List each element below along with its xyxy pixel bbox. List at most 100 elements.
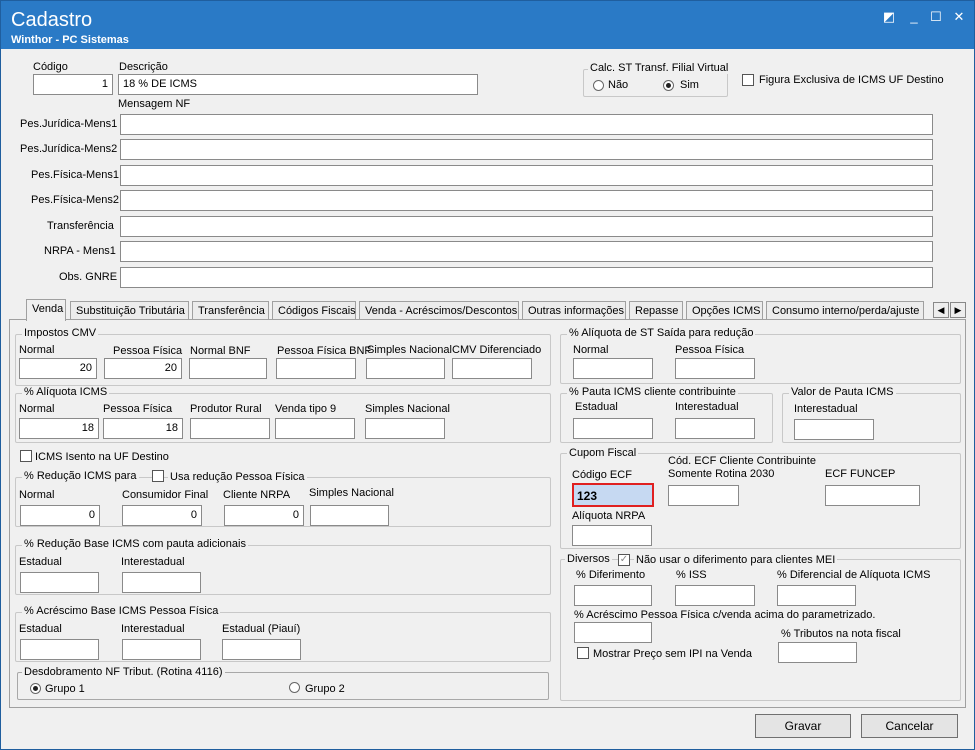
cmv-normal-input[interactable]: 20 [19, 358, 97, 379]
cmv-normal-bnf-input[interactable] [189, 358, 267, 379]
rb-estadual-input[interactable] [20, 572, 99, 593]
diferencial-label: % Diferencial de Alíquota ICMS [777, 569, 931, 581]
pauta-interestadual-label: Interestadual [675, 401, 739, 413]
rb-estadual-label: Estadual [19, 556, 62, 568]
tributos-label: % Tributos na nota fiscal [781, 628, 901, 640]
red-consumidor-input[interactable]: 0 [122, 505, 202, 526]
cmv-diferenciado-label: CMV Diferenciado [452, 344, 542, 356]
tab-consumo-interno[interactable]: Consumo interno/perda/ajuste [766, 301, 924, 320]
pauta-estadual-label: Estadual [575, 401, 618, 413]
st-normal-input[interactable] [573, 358, 653, 379]
minimize-icon[interactable]: _ [906, 9, 922, 25]
msg-input-4[interactable] [120, 190, 933, 211]
codigo-input[interactable]: 1 [33, 74, 113, 95]
red-normal-input[interactable]: 0 [20, 505, 100, 526]
pauta-title: % Pauta ICMS cliente contribuinte [567, 386, 738, 398]
tab-substituicao[interactable]: Substituição Tributária [70, 301, 189, 320]
rb-interestadual-input[interactable] [122, 572, 201, 593]
radio-sim-label: Sim [680, 79, 699, 91]
tab-codigos-fiscais[interactable]: Códigos Fiscais [272, 301, 356, 320]
aliq-pf-input[interactable]: 18 [103, 418, 183, 439]
aliq-venda9-input[interactable] [275, 418, 355, 439]
msg-input-2[interactable] [120, 139, 933, 160]
st-pf-input[interactable] [675, 358, 755, 379]
cupom-fiscal-title: Cupom Fiscal [567, 447, 639, 459]
restore-icon[interactable]: ◩ [881, 9, 897, 25]
msg-input-7[interactable] [120, 267, 933, 288]
icms-isento-label: ICMS Isento na UF Destino [35, 451, 169, 463]
pauta-estadual-input[interactable] [573, 418, 653, 439]
red-nrpa-label: Cliente NRPA [223, 489, 291, 501]
tab-acrescimos[interactable]: Venda - Acréscimos/Descontos [359, 301, 519, 320]
red-simples-label: Simples Nacional [309, 487, 394, 499]
diferimento-input[interactable] [574, 585, 652, 606]
diferencial-input[interactable] [777, 585, 856, 606]
msg-input-5[interactable] [120, 216, 933, 237]
aliq-normal-input[interactable]: 18 [19, 418, 99, 439]
red-nrpa-input[interactable]: 0 [224, 505, 304, 526]
nao-usar-diferimento-checkbox[interactable]: ✓ [618, 554, 630, 566]
red-normal-label: Normal [19, 489, 55, 501]
tab-transferencia[interactable]: Transferência [192, 301, 269, 320]
aliq-simples-input[interactable] [365, 418, 445, 439]
aliquota-nrpa-input[interactable] [572, 525, 652, 546]
ecf-funcep-input[interactable] [825, 485, 920, 506]
cmv-pf-bnf-input[interactable] [276, 358, 356, 379]
maximize-icon[interactable]: ☐ [928, 9, 944, 25]
desdobramento-title: Desdobramento NF Tribut. (Rotina 4116) [22, 666, 225, 678]
codigo-ecf-input[interactable]: 123 [572, 483, 654, 507]
radio-nao[interactable] [593, 80, 604, 91]
cadastro-window: Cadastro Winthor - PC Sistemas ◩ _ ☐ ✕ C… [0, 0, 975, 750]
cmv-diferenciado-input[interactable] [452, 358, 532, 379]
radio-grupo1[interactable] [30, 683, 41, 694]
msg-label-3: Pes.Física-Mens1 [31, 169, 120, 181]
window-title: Cadastro [11, 9, 93, 31]
mostrar-preco-checkbox[interactable] [577, 647, 589, 659]
msg-label-6: NRPA - Mens1 [44, 245, 116, 257]
cmv-simples-input[interactable] [366, 358, 445, 379]
ab-interestadual-input[interactable] [122, 639, 201, 660]
iss-input[interactable] [675, 585, 755, 606]
msg-input-1[interactable] [120, 114, 933, 135]
descricao-input[interactable]: 18 % DE ICMS [118, 74, 478, 95]
radio-sim[interactable] [663, 80, 674, 91]
cmv-pf-input[interactable]: 20 [104, 358, 182, 379]
close-icon[interactable]: ✕ [951, 9, 967, 25]
red-simples-input[interactable] [310, 505, 389, 526]
cod-ecf-cliente-label-1: Cód. ECF Cliente Contribuinte [668, 455, 816, 467]
acrescimo-pf-input[interactable] [574, 622, 652, 643]
radio-grupo2[interactable] [289, 682, 300, 693]
acrescimo-base-title: % Acréscimo Base ICMS Pessoa Física [22, 605, 221, 617]
msg-input-3[interactable] [120, 165, 933, 186]
cancelar-button[interactable]: Cancelar [861, 714, 958, 738]
tab-repasse[interactable]: Repasse [629, 301, 683, 320]
cmv-normal-label: Normal [19, 344, 55, 356]
ab-estadual-input[interactable] [20, 639, 99, 660]
pauta-interestadual-input[interactable] [675, 418, 755, 439]
cod-ecf-cliente-input[interactable] [668, 485, 739, 506]
gravar-button[interactable]: Gravar [755, 714, 851, 738]
icms-isento-checkbox[interactable] [20, 450, 32, 462]
usa-reducao-checkbox[interactable] [152, 470, 164, 482]
vp-interestadual-input[interactable] [794, 419, 874, 440]
tab-outras-info[interactable]: Outras informações [522, 301, 626, 320]
radio-grupo2-label: Grupo 2 [305, 683, 345, 695]
vp-interestadual-label: Interestadual [794, 403, 858, 415]
aliq-produtor-input[interactable] [190, 418, 270, 439]
tab-opcoes-icms[interactable]: Opções ICMS [686, 301, 763, 320]
reducao-icms-title: % Redução ICMS para [22, 470, 139, 482]
tab-scroll-right-icon[interactable]: ▶ [950, 302, 966, 318]
tributos-input[interactable] [778, 642, 857, 663]
ab-piaui-input[interactable] [222, 639, 301, 660]
aliquota-icms-title: % Alíquota ICMS [22, 386, 110, 398]
window-subtitle: Winthor - PC Sistemas [11, 34, 129, 46]
tab-venda[interactable]: Venda [26, 299, 66, 321]
tab-scroll-left-icon[interactable]: ◀ [933, 302, 949, 318]
aliq-pf-label: Pessoa Física [103, 403, 173, 415]
iss-label: % ISS [676, 569, 707, 581]
st-normal-label: Normal [573, 344, 609, 356]
msg-input-6[interactable] [120, 241, 933, 262]
nao-usar-diferimento-label: Não usar o diferimento para clientes MEI [634, 554, 838, 566]
figura-exclusiva-checkbox[interactable] [742, 74, 754, 86]
venda-panel: Impostos CMV Normal 20 Pessoa Física 20 … [9, 319, 966, 708]
